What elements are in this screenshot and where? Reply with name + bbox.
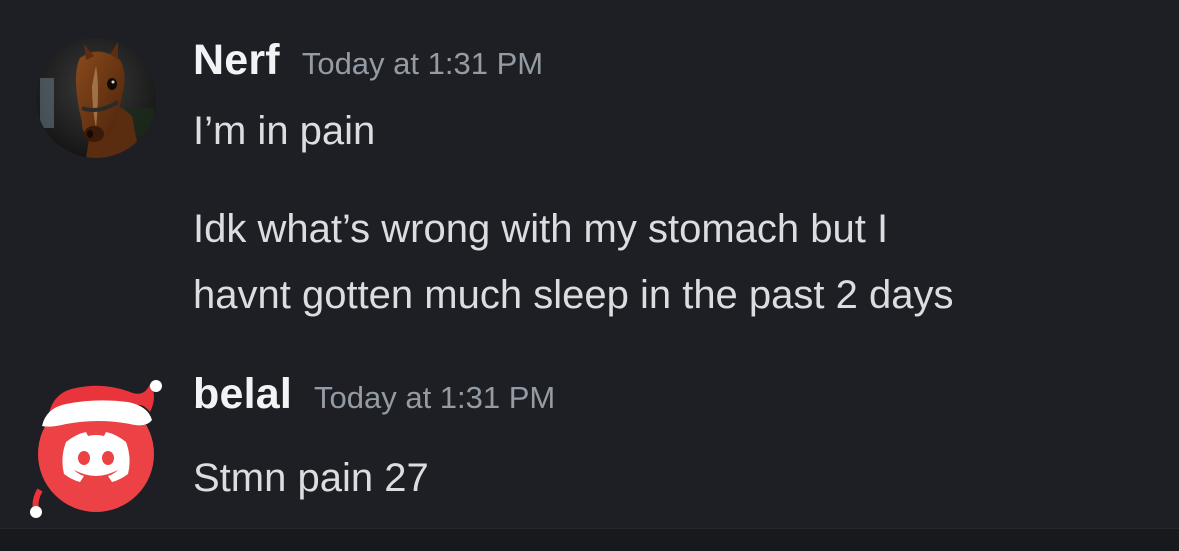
message-text: Idk what’s wrong with my stomach but I h… <box>193 196 954 328</box>
username[interactable]: Nerf <box>193 36 280 84</box>
username[interactable]: belal <box>193 370 292 418</box>
message-text: I’m in pain <box>193 109 376 153</box>
message-text: Stmn pain 27 <box>193 456 429 500</box>
discord-santa-hat-avatar-icon[interactable] <box>26 378 166 518</box>
chat-message-list: Nerf Today at 1:31 PM I’m in pain Idk wha… <box>0 0 1179 551</box>
message-header: Nerf Today at 1:31 PM <box>193 36 543 85</box>
horse-avatar-icon[interactable] <box>36 38 156 158</box>
message-header: belal Today at 1:31 PM <box>193 370 555 419</box>
message-text-line: Idk what’s wrong with my stomach but I <box>193 207 889 251</box>
message-timestamp[interactable]: Today at 1:31 PM <box>302 46 543 81</box>
message-text-line: havnt gotten much sleep in the past 2 da… <box>193 273 954 317</box>
message-timestamp[interactable]: Today at 1:31 PM <box>314 380 555 415</box>
message-input-area-edge <box>0 528 1179 551</box>
